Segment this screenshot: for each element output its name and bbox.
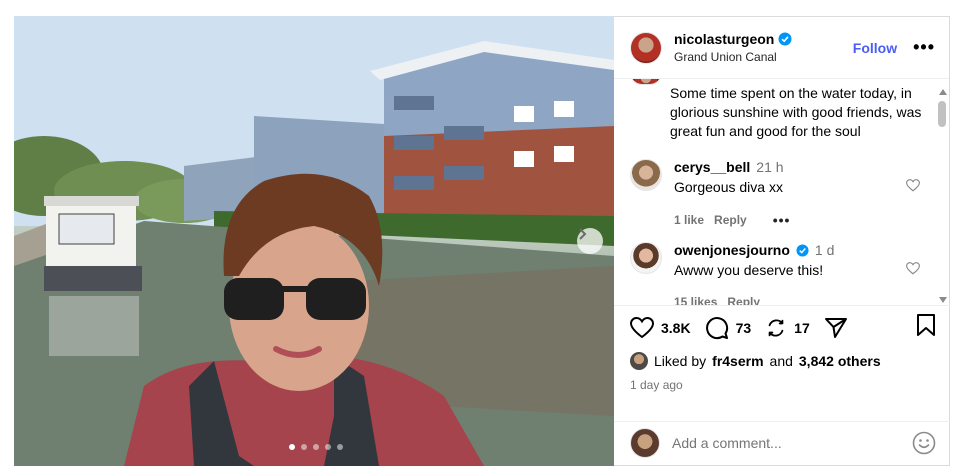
repost-button[interactable]: 17 (765, 317, 810, 339)
post-details-panel: nicolasturgeon Grand Union Canal Follow … (614, 16, 950, 466)
comment-time[interactable]: 1 d (815, 242, 834, 258)
comment-options-icon[interactable]: ••• (773, 212, 791, 228)
follow-button[interactable]: Follow (853, 40, 897, 56)
reply-button[interactable]: Reply (727, 295, 760, 305)
current-user-avatar (630, 427, 660, 458)
comments-count: 73 (735, 319, 752, 336)
carousel-dot (337, 444, 343, 450)
post-date[interactable]: 1 day ago (630, 378, 683, 392)
liked-by-user[interactable]: fr4serm (712, 353, 763, 369)
bookmark-icon (917, 314, 935, 336)
author-avatar[interactable] (630, 31, 662, 64)
emoji-icon[interactable] (912, 431, 936, 455)
scroll-down-arrow-icon[interactable] (939, 297, 947, 303)
carousel-indicator (289, 444, 343, 450)
caption-text: Some time spent on the water today, in g… (670, 85, 922, 139)
liker-avatar[interactable] (630, 352, 648, 370)
commenter-avatar[interactable] (630, 159, 662, 191)
comment-likes[interactable]: 1 like (674, 213, 704, 227)
like-button[interactable]: 3.8K (630, 316, 691, 339)
reposts-count: 17 (794, 319, 810, 336)
comment-item: owenjonesjourno 1 d Awww you deserve thi… (630, 242, 930, 305)
commenter-avatar[interactable] (630, 242, 662, 274)
commenter-username[interactable]: cerys__bell (674, 159, 750, 175)
likes-count: 3.8K (661, 319, 691, 336)
comment-item: cerys__bell 21 h Gorgeous diva xx 1 like… (630, 159, 930, 228)
post-caption: Some time spent on the water today, in g… (630, 79, 930, 141)
next-image-button[interactable] (577, 228, 603, 254)
liked-by-row: Liked by fr4serm and 3,842 others (630, 352, 881, 370)
liked-by-prefix: Liked by (654, 353, 707, 369)
comment-time[interactable]: 21 h (756, 159, 783, 175)
scroll-thumb[interactable] (938, 101, 946, 127)
comments-scrollbar[interactable] (937, 83, 947, 303)
liked-by-others[interactable]: 3,842 others (799, 353, 881, 369)
like-comment-heart-icon[interactable] (906, 179, 920, 192)
commenter-username[interactable]: owenjonesjourno (674, 242, 790, 258)
chevron-right-icon (579, 228, 587, 240)
add-comment-bar (614, 421, 950, 463)
author-info: nicolasturgeon Grand Union Canal (674, 31, 853, 64)
verified-badge-icon (796, 243, 809, 257)
carousel-dot (289, 444, 295, 450)
comment-text: Awww you deserve this! (674, 262, 824, 278)
like-comment-heart-icon[interactable] (906, 262, 920, 275)
author-username[interactable]: nicolasturgeon (674, 31, 774, 47)
repost-icon (768, 319, 784, 336)
carousel-dot (313, 444, 319, 450)
carousel-dot (301, 444, 307, 450)
comment-icon (705, 316, 728, 339)
post-location[interactable]: Grand Union Canal (674, 50, 853, 64)
comment-text: Gorgeous diva xx (674, 179, 783, 195)
heart-icon (630, 316, 654, 338)
more-options-icon[interactable]: ••• (913, 37, 935, 58)
scroll-up-arrow-icon[interactable] (939, 89, 947, 95)
comment-likes[interactable]: 15 likes (674, 295, 717, 305)
canal-selfie-image (14, 16, 614, 466)
save-button[interactable] (916, 314, 936, 341)
share-icon (824, 317, 847, 338)
reply-button[interactable]: Reply (714, 213, 747, 227)
author-username-row: nicolasturgeon (674, 31, 853, 47)
caption-author-avatar[interactable] (630, 79, 662, 85)
carousel-dot (325, 444, 331, 450)
add-comment-input[interactable] (672, 434, 912, 451)
share-button[interactable] (824, 317, 848, 339)
post-actions: 3.8K 73 17 (614, 305, 950, 349)
comments-list[interactable]: Some time spent on the water today, in g… (614, 79, 936, 305)
post-header: nicolasturgeon Grand Union Canal Follow … (614, 17, 949, 79)
comment-button[interactable]: 73 (705, 316, 752, 340)
liked-by-middle: and (769, 353, 793, 369)
verified-badge-icon (778, 32, 792, 46)
post-photo[interactable] (14, 16, 614, 466)
